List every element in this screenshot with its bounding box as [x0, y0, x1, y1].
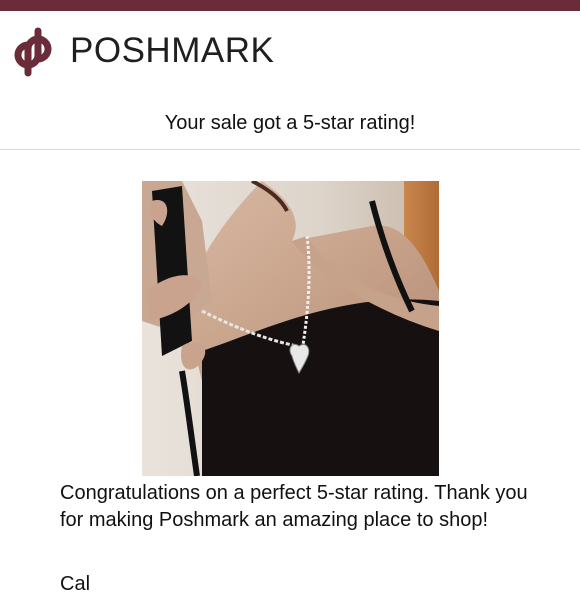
brand-top-bar	[0, 0, 580, 11]
brand-wordmark[interactable]: POSHMARK	[70, 33, 274, 69]
header-divider	[0, 149, 580, 150]
necklace-photo-icon	[142, 181, 439, 476]
poshmark-logo-icon[interactable]	[14, 27, 60, 77]
email-header: POSHMARK	[0, 11, 580, 91]
rating-message: Congratulations on a perfect 5-star rati…	[60, 482, 528, 531]
product-photo[interactable]	[142, 181, 439, 476]
email-subject-heading: Your sale got a 5-star rating!	[164, 112, 416, 134]
email-signoff: Cal	[60, 573, 91, 595]
